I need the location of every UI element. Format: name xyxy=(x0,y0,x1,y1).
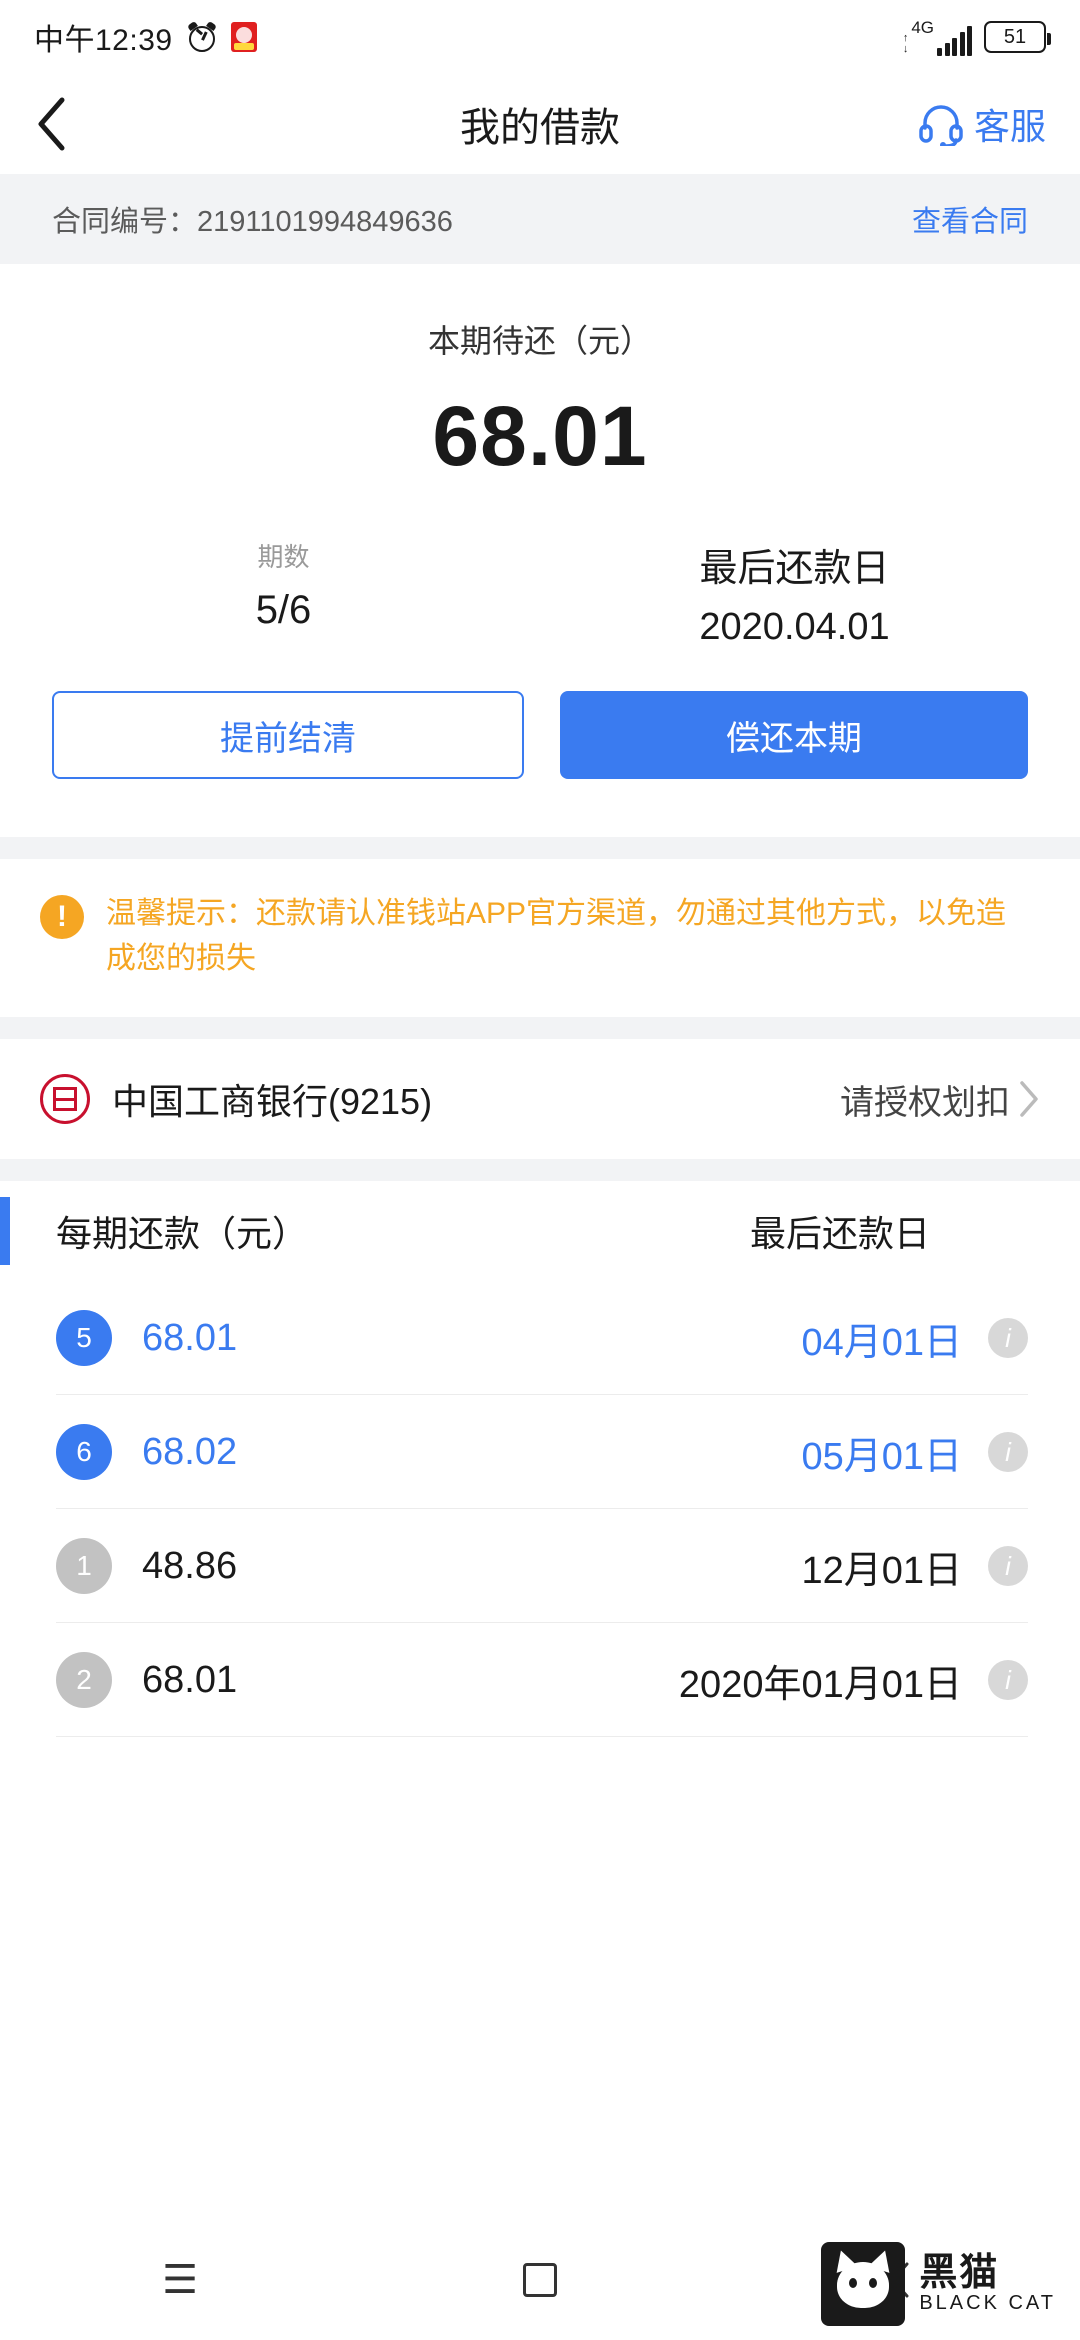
home-square-icon xyxy=(523,2263,557,2297)
bank-authorize-label: 请授权划扣 xyxy=(840,1083,1010,1122)
installment-amount: 68.02 xyxy=(142,1430,238,1473)
red-app-icon xyxy=(230,22,257,52)
home-button[interactable] xyxy=(360,2263,720,2297)
app-header: 我的借款 客服 xyxy=(0,74,1080,174)
action-buttons: 提前结清 偿还本期 xyxy=(0,649,1080,837)
installment-index: 1 xyxy=(56,1538,112,1594)
contract-bar: 合同编号：2191101994849636 查看合同 xyxy=(0,174,1080,264)
table-row[interactable]: 6 68.02 05月01日 i xyxy=(0,1395,1080,1509)
installment-amount: 68.01 xyxy=(142,1658,238,1701)
installment-date: 12月01日 xyxy=(801,1549,962,1592)
installment-date: 04月01日 xyxy=(801,1321,962,1364)
customer-service-button[interactable]: 客服 xyxy=(918,98,1046,150)
period-block: 期数 5/6 xyxy=(0,537,539,649)
recents-button[interactable]: ☰ xyxy=(0,2257,360,2303)
icbc-bank-icon xyxy=(40,1074,90,1124)
back-button[interactable] xyxy=(34,94,94,154)
bank-action-group: 请授权划扣 xyxy=(840,1075,1040,1124)
section-divider xyxy=(0,1159,1080,1181)
warning-tip-banner: ! 温馨提示：还款请认准钱站APP官方渠道，勿通过其他方式，以免造成您的损失 xyxy=(0,859,1080,1017)
due-date-value: 2020.04.01 xyxy=(699,606,890,648)
data-arrows-icon: ↑ ↓ xyxy=(902,31,909,55)
black-cat-logo-icon xyxy=(821,2242,906,2326)
amount-block: 本期待还（元） 68.01 xyxy=(0,264,1080,485)
bank-name-label: 中国工商银行(9215) xyxy=(112,1081,433,1122)
headset-icon xyxy=(919,105,963,146)
app-screen: 中午12:39 ↑ ↓ 4G 51 我的借款 客服 合同编号：219110199… xyxy=(0,0,1080,2340)
repay-current-button[interactable]: 偿还本期 xyxy=(560,691,1028,779)
contract-number-label: 合同编号：2191101994849636 xyxy=(52,206,453,238)
period-value: 5/6 xyxy=(255,588,312,632)
installment-amount: 68.01 xyxy=(142,1316,238,1359)
menu-icon: ☰ xyxy=(162,2258,198,2302)
settle-early-button[interactable]: 提前结清 xyxy=(52,691,524,779)
customer-service-label: 客服 xyxy=(973,106,1046,147)
watermark-cn: 黑猫 xyxy=(919,2251,1000,2294)
network-type-label: 4G xyxy=(911,17,934,37)
amount-due-value: 68.01 xyxy=(432,389,648,483)
period-label: 期数 xyxy=(257,542,310,572)
battery-level-label: 51 xyxy=(1003,25,1027,48)
status-bar-left: 中午12:39 xyxy=(34,15,257,59)
back-chevron-icon xyxy=(38,97,65,151)
table-row[interactable]: 2 68.01 2020年01月01日 i xyxy=(0,1623,1080,1737)
chevron-right-icon xyxy=(1020,1081,1038,1117)
table-row[interactable]: 5 68.01 04月01日 i xyxy=(0,1281,1080,1395)
watermark-en: BLACK CAT xyxy=(919,2292,1056,2315)
info-icon[interactable]: i xyxy=(988,1660,1028,1700)
installment-index: 2 xyxy=(56,1652,112,1708)
section-divider xyxy=(0,1017,1080,1039)
signal-bars-icon xyxy=(937,25,972,56)
installment-amount: 48.86 xyxy=(142,1544,238,1587)
due-date-block: 最后还款日 2020.04.01 xyxy=(539,537,1080,649)
info-icon[interactable]: i xyxy=(988,1546,1028,1586)
installment-date: 2020年01月01日 xyxy=(678,1663,962,1706)
schedule-header: 每期还款（元） 最后还款日 xyxy=(0,1181,1080,1281)
status-bar-right: ↑ ↓ 4G 51 xyxy=(903,19,1051,56)
schedule-date-header: 最后还款日 xyxy=(749,1213,930,1254)
status-bar: 中午12:39 ↑ ↓ 4G 51 xyxy=(0,0,1080,74)
watermark: 黑猫 BLACK CAT xyxy=(821,2242,1056,2326)
watermark-text: 黑猫 BLACK CAT xyxy=(919,2251,1056,2315)
signal-icon: ↑ ↓ 4G xyxy=(903,19,972,56)
installment-date: 05月01日 xyxy=(801,1435,962,1478)
battery-icon: 51 xyxy=(984,21,1051,53)
status-time: 中午12:39 xyxy=(34,24,173,57)
alarm-clock-icon xyxy=(186,20,217,52)
summary-meta-row: 期数 5/6 最后还款日 2020.04.01 xyxy=(0,537,1080,649)
schedule-amount-header: 每期还款（元） xyxy=(56,1213,309,1254)
table-row[interactable]: 1 48.86 12月01日 i xyxy=(0,1509,1080,1623)
warning-exclamation-icon: ! xyxy=(40,895,84,939)
warning-tip-text: 温馨提示：还款请认准钱站APP官方渠道，勿通过其他方式，以免造成您的损失 xyxy=(106,897,1007,975)
view-contract-link[interactable]: 查看合同 xyxy=(912,198,1028,240)
installment-index: 5 xyxy=(56,1310,112,1366)
installment-index: 6 xyxy=(56,1424,112,1480)
info-icon[interactable]: i xyxy=(988,1318,1028,1358)
due-date-label: 最后还款日 xyxy=(699,548,890,590)
info-icon[interactable]: i xyxy=(988,1432,1028,1472)
amount-due-label: 本期待还（元） xyxy=(427,323,652,359)
section-divider xyxy=(0,837,1080,859)
summary-card: 本期待还（元） 68.01 期数 5/6 最后还款日 2020.04.01 提前… xyxy=(0,264,1080,837)
bank-card-row[interactable]: 中国工商银行(9215) 请授权划扣 xyxy=(0,1039,1080,1159)
